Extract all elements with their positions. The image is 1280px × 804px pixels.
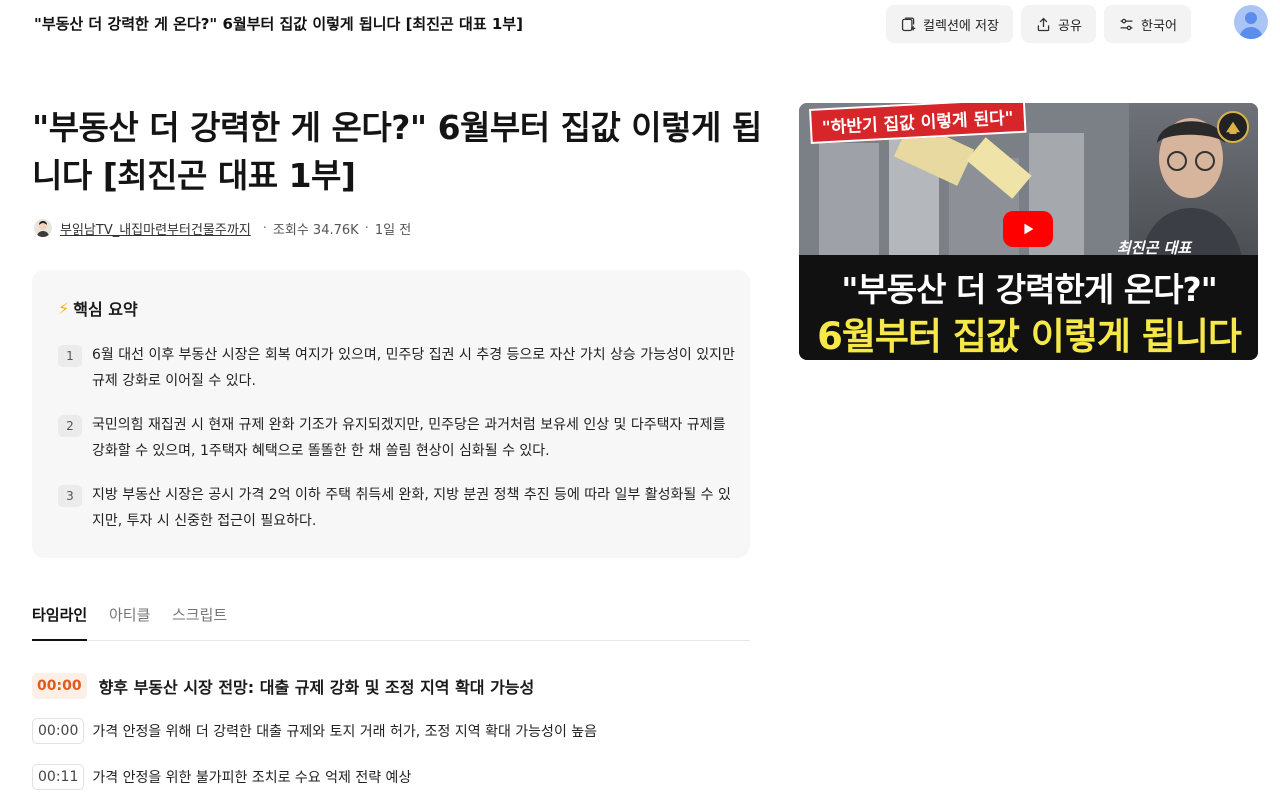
view-count: 조회수 34.76K [272, 222, 359, 238]
timestamp-button[interactable]: 00:00 [32, 718, 85, 744]
summary-item-text: 6월 대선 이후 부동산 시장은 회복 여지가 있으며, 민주당 집권 시 추경… [92, 347, 735, 389]
summary-item: 3 지방 부동산 시장은 공시 가격 2억 이하 주택 취득세 완화, 지방 분… [58, 484, 738, 534]
channel-avatar-icon [37, 221, 49, 237]
lightning-icon: ⚡ [58, 298, 70, 318]
video-thumbnail[interactable]: "하반기 집값 이렇게 된다" 최진곤 대표 "부동산 더 강력한게 온다?" … [799, 103, 1258, 360]
tab-script[interactable]: 스크립트 [172, 604, 227, 641]
summary-item-number: 1 [58, 345, 82, 367]
summary-item-number: 3 [58, 485, 82, 507]
top-bar: "부동산 더 강력한 게 온다?" 6월부터 집값 이렇게 됩니다 [최진곤 대… [0, 0, 1280, 48]
timeline-entry: 00:11 가격 안정을 위한 불가피한 조치로 수요 억제 전략 예상 [32, 764, 411, 790]
upload-age: 1일 전 [374, 222, 412, 238]
collection-add-icon [901, 16, 916, 31]
summary-item: 1 6월 대선 이후 부동산 시장은 회복 여지가 있으며, 민주당 집권 시 … [58, 344, 738, 394]
meta-separator: · [262, 220, 267, 236]
share-upload-icon [1037, 17, 1050, 31]
thumbnail-headline-2: 6월부터 집값 이렇게 됩니다 [817, 315, 1242, 358]
header-title: "부동산 더 강력한 게 온다?" 6월부터 집값 이렇게 됩니다 [최진곤 대… [34, 15, 523, 33]
summary-heading: ⚡ 핵심 요약 [58, 296, 138, 320]
video-title: "부동산 더 강력한 게 온다?" 6월부터 집값 이렇게 됩니다 [최진곤 대… [32, 108, 762, 195]
channel-link[interactable]: 부읽남TV_내집마련부터건물주까지 [60, 219, 251, 238]
timeline-section-title: 향후 부동산 시장 전망: 대출 규제 강화 및 조정 지역 확대 가능성 [98, 678, 535, 697]
summary-item: 2 국민의힘 재집권 시 현재 규제 완화 기조가 유지되겠지만, 민주당은 과… [58, 414, 738, 464]
language-button-label: 한국어 [1141, 18, 1177, 34]
timeline-section-header: 00:00 향후 부동산 시장 전망: 대출 규제 강화 및 조정 지역 확대 … [32, 673, 534, 699]
summary-heading-label: 핵심 요약 [73, 300, 138, 319]
summary-item-text: 지방 부동산 시장은 공시 가격 2억 이하 주택 취득세 완화, 지방 분권 … [92, 487, 731, 529]
channel-avatar[interactable] [34, 219, 52, 237]
play-button[interactable] [1003, 211, 1053, 247]
key-summary-box: ⚡ 핵심 요약 1 6월 대선 이후 부동산 시장은 회복 여지가 있으며, 민… [32, 270, 750, 558]
tab-article[interactable]: 아티클 [109, 604, 150, 641]
play-icon [1024, 223, 1034, 235]
summary-item-text: 국민의힘 재집권 시 현재 규제 완화 기조가 유지되겠지만, 민주당은 과거처… [92, 417, 726, 459]
summary-item-number: 2 [58, 415, 82, 437]
tab-timeline[interactable]: 타임라인 [32, 604, 88, 641]
share-button[interactable]: 공유 [1021, 5, 1096, 43]
thumbnail-headline-1: "부동산 더 강력한게 온다?" [841, 270, 1218, 309]
timestamp-button[interactable]: 00:00 [32, 673, 87, 699]
save-button-label: 컬렉션에 저장 [923, 18, 999, 34]
thumbnail-guest-name: 최진곤 대표 [1117, 239, 1192, 257]
user-avatar-icon [1239, 12, 1263, 39]
meta-separator: · [364, 220, 369, 236]
share-button-label: 공유 [1058, 18, 1082, 34]
channel-logo [1217, 111, 1249, 143]
timeline-entry-text: 가격 안정을 위한 불가피한 조치로 수요 억제 전략 예상 [92, 770, 412, 786]
sliders-icon [1120, 18, 1133, 30]
channel-logo-icon [1226, 121, 1240, 134]
video-meta: 부읽남TV_내집마련부터건물주까지 · 조회수 34.76K · 1일 전 [34, 217, 411, 239]
timestamp-button[interactable]: 00:11 [32, 764, 85, 790]
save-to-collection-button[interactable]: 컬렉션에 저장 [886, 5, 1013, 43]
timeline-entry: 00:00 가격 안정을 위해 더 강력한 대출 규제와 토지 거래 허가, 조… [32, 718, 597, 744]
language-button[interactable]: 한국어 [1104, 5, 1191, 43]
timeline-entry-text: 가격 안정을 위해 더 강력한 대출 규제와 토지 거래 허가, 조정 지역 확… [92, 724, 598, 740]
content-tabs: 타임라인 아티클 스크립트 [32, 600, 750, 641]
user-avatar[interactable] [1234, 5, 1268, 39]
